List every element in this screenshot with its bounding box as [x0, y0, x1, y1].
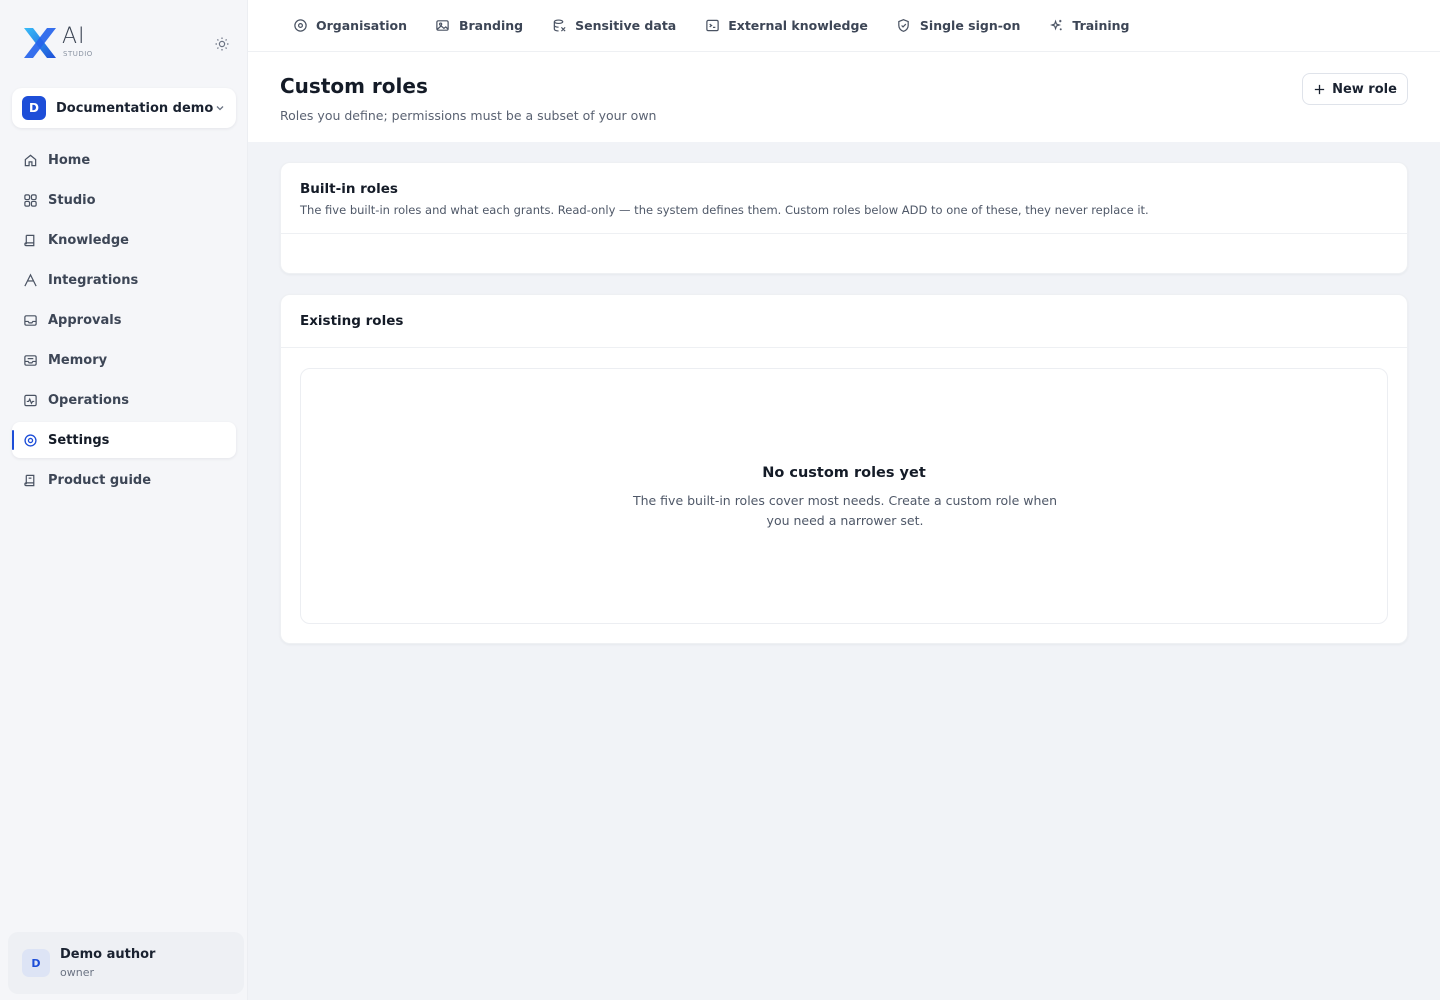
sidebar-item-label: Settings [48, 432, 110, 448]
guide-icon [22, 472, 38, 488]
workspace-name: Documentation demo [56, 100, 214, 116]
tab-external-knowledge[interactable]: External knowledge [704, 18, 868, 34]
theme-toggle-button[interactable] [212, 34, 232, 54]
brand-logo[interactable]: AI STUDIO [22, 24, 106, 60]
tab-label: Sensitive data [575, 18, 677, 33]
sidebar-item-integrations[interactable]: Integrations [12, 262, 236, 298]
grid-icon [22, 192, 38, 208]
card-divider [281, 233, 1407, 234]
sun-icon [215, 37, 229, 51]
builtin-roles-description: The five built-in roles and what each gr… [300, 203, 1149, 217]
tab-branding[interactable]: Branding [435, 18, 523, 34]
sidebar-item-product-guide[interactable]: Product guide [12, 462, 236, 498]
existing-roles-title: Existing roles [300, 313, 404, 329]
sidebar-item-label: Home [48, 152, 91, 168]
tab-organisation[interactable]: Organisation [292, 18, 407, 34]
inbox-icon [22, 312, 38, 328]
plus-icon [1314, 84, 1325, 94]
card-divider [281, 347, 1407, 348]
empty-state-title: No custom roles yet [762, 465, 926, 481]
brand-sub: STUDIO [63, 50, 93, 58]
sidebar-item-label: Product guide [48, 472, 152, 488]
builtin-roles-title: Built-in roles [300, 181, 398, 197]
sidebar-item-knowledge[interactable]: Knowledge [12, 222, 236, 258]
sidebar: AI STUDIO D Documentation demo Home Stud… [0, 0, 248, 1000]
workspace-badge: D [22, 96, 46, 120]
sidebar-item-memory[interactable]: Memory [12, 342, 236, 378]
tab-label: Training [1072, 18, 1130, 33]
sidebar-item-studio[interactable]: Studio [12, 182, 236, 218]
chevron-down-icon [216, 106, 224, 111]
sidebar-item-label: Studio [48, 192, 96, 208]
page-header: Custom roles Roles you define; permissio… [248, 52, 1440, 142]
empty-state: No custom roles yet The five built-in ro… [300, 368, 1388, 624]
tab-single-sign-on[interactable]: Single sign-on [896, 18, 1021, 34]
sparkle-icon [1048, 18, 1064, 34]
terminal-icon [704, 18, 720, 34]
new-role-button[interactable]: New role [1302, 73, 1408, 105]
home-icon [22, 152, 38, 168]
gear-icon [22, 432, 38, 448]
sidebar-item-operations[interactable]: Operations [12, 382, 236, 418]
sensitive-data-icon [551, 18, 567, 34]
shield-icon [896, 18, 912, 34]
sidebar-item-label: Knowledge [48, 232, 129, 248]
activity-icon [22, 392, 38, 408]
sidebar-item-label: Operations [48, 392, 129, 408]
sidebar-item-label: Approvals [48, 312, 122, 328]
image-icon [435, 18, 451, 34]
user-menu[interactable]: D Demo author owner [8, 932, 244, 994]
x-logo-icon [24, 28, 56, 58]
user-role: owner [60, 966, 94, 979]
tab-sensitive-data[interactable]: Sensitive data [551, 18, 676, 34]
settings-tabs: Organisation Branding Sensitive data Ext… [248, 0, 1440, 52]
sidebar-item-approvals[interactable]: Approvals [12, 302, 236, 338]
tab-label: Organisation [316, 18, 407, 33]
sidebar-item-label: Memory [48, 352, 108, 368]
memory-icon [22, 352, 38, 368]
sidebar-item-settings[interactable]: Settings [12, 422, 236, 458]
empty-state-description: The five built-in roles cover most needs… [632, 493, 1058, 528]
user-name: Demo author [60, 947, 156, 962]
tab-label: External knowledge [728, 18, 868, 33]
sidebar-nav: Home Studio Knowledge Integrations Appro… [12, 142, 236, 502]
organisation-icon [292, 18, 308, 34]
book-icon [22, 232, 38, 248]
workspace-switcher[interactable]: D Documentation demo [12, 88, 236, 128]
sidebar-item-home[interactable]: Home [12, 142, 236, 178]
tab-training[interactable]: Training [1048, 18, 1130, 34]
page-title: Custom roles [280, 74, 428, 98]
new-role-label: New role [1332, 81, 1397, 97]
tab-label: Single sign-on [919, 18, 1021, 33]
sidebar-item-label: Integrations [48, 272, 139, 288]
page-subtitle: Roles you define; permissions must be a … [280, 108, 657, 123]
tab-label: Branding [458, 18, 524, 33]
builtin-roles-card: Built-in roles The five built-in roles a… [280, 162, 1408, 274]
brand-name: AI [62, 24, 86, 49]
integrations-icon [22, 272, 38, 288]
existing-roles-card: Existing roles No custom roles yet The f… [280, 294, 1408, 644]
avatar: D [22, 949, 50, 977]
